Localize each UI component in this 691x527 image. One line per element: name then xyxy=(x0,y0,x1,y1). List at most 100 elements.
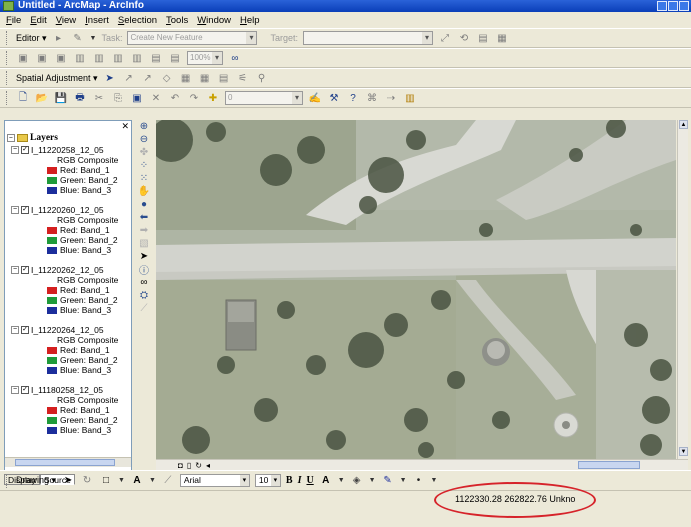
identify-icon[interactable]: ⓘ xyxy=(136,263,152,277)
collapse-icon[interactable]: − xyxy=(7,134,15,142)
forward-arrow-icon[interactable]: ➡ xyxy=(136,224,152,236)
sketch-tool-icon[interactable]: ✎ xyxy=(71,31,85,45)
menu-help[interactable]: Help xyxy=(240,15,260,26)
menu-selection[interactable]: Selection xyxy=(118,15,157,26)
underline-button[interactable]: U xyxy=(306,475,313,486)
sketch-properties-icon[interactable]: ▦ xyxy=(495,31,509,45)
layers-root[interactable]: − Layers xyxy=(7,133,58,143)
binoculars-icon[interactable]: ∞ xyxy=(228,51,242,65)
drawing-menu[interactable]: Drawing ▾ xyxy=(16,475,56,486)
layer-icon-3[interactable]: ▣ xyxy=(54,51,68,65)
bold-button[interactable]: B xyxy=(286,475,293,486)
split-tool-icon[interactable]: ⤢ xyxy=(438,31,452,45)
collapse-icon[interactable]: − xyxy=(11,266,19,274)
new-document-icon[interactable]: 🗋 xyxy=(16,91,30,105)
pause-drawing-icon[interactable]: ◂ xyxy=(206,461,210,470)
menu-window[interactable]: Window xyxy=(197,15,231,26)
zoom-out-icon[interactable]: ⊖ xyxy=(136,133,152,145)
marker-color-icon[interactable]: • xyxy=(412,474,426,488)
multi-link-icon[interactable]: ◇ xyxy=(160,71,174,85)
modify-link-icon[interactable]: ↗ xyxy=(141,71,155,85)
clear-links-icon[interactable]: ⚟ xyxy=(236,71,250,85)
rotate-tool-icon[interactable]: ⟲ xyxy=(457,31,471,45)
add-data-icon[interactable]: ✚ xyxy=(206,91,220,105)
undo-icon[interactable]: ↶ xyxy=(168,91,182,105)
collapse-icon[interactable]: − xyxy=(11,386,19,394)
link-table-icon[interactable]: ▤ xyxy=(217,71,231,85)
new-text-icon[interactable]: A xyxy=(130,474,144,488)
toolbar-grip-4[interactable] xyxy=(6,91,9,105)
arc-toolbox-icon[interactable]: ⚒ xyxy=(327,91,341,105)
font-color-dropdown-icon[interactable]: ▼ xyxy=(338,477,345,484)
sketch-dropdown-icon[interactable]: ▼ xyxy=(90,35,97,42)
fill-color-dropdown-icon[interactable]: ▼ xyxy=(369,477,376,484)
save-icon[interactable]: 💾 xyxy=(54,91,68,105)
select-elements-icon[interactable]: ➤ xyxy=(136,250,152,262)
open-folder-icon[interactable]: 📂 xyxy=(35,91,49,105)
layer-icon-1[interactable]: ▣ xyxy=(16,51,30,65)
select-by-graphics-icon[interactable]: ▧ xyxy=(136,237,152,249)
layer-icon-2[interactable]: ▣ xyxy=(35,51,49,65)
font-combo[interactable]: Arial xyxy=(179,474,250,487)
maximize-button[interactable] xyxy=(668,1,678,11)
python-icon[interactable]: ⌘ xyxy=(365,91,379,105)
menu-insert[interactable]: Insert xyxy=(85,15,109,26)
refresh-icon[interactable]: ↻ xyxy=(195,461,202,470)
font-color-icon[interactable]: A xyxy=(319,474,333,488)
layer-icon-5[interactable]: ▥ xyxy=(92,51,106,65)
layer-checkbox[interactable]: ✓ xyxy=(21,326,29,334)
measure-icon[interactable]: ⟋ xyxy=(136,302,152,314)
arcgis-icon[interactable]: ▥ xyxy=(403,91,417,105)
layer-item[interactable]: − ✓ I_11180258_12_05 RGB Composite Red: Ba… xyxy=(11,385,131,445)
zoom-in-icon[interactable]: ⊕ xyxy=(136,120,152,132)
layer-icon-9[interactable]: ▤ xyxy=(168,51,182,65)
layer-icon-4[interactable]: ▥ xyxy=(73,51,87,65)
editor-toolbar-icon[interactable]: ✍ xyxy=(308,91,322,105)
edit-vertices-icon[interactable]: ⟋ xyxy=(161,474,175,488)
text-dropdown-icon[interactable]: ▼ xyxy=(149,477,156,484)
editor-menu[interactable]: Editor ▾ xyxy=(16,33,47,44)
collapse-icon[interactable]: − xyxy=(11,146,19,154)
layer-checkbox[interactable]: ✓ xyxy=(21,146,29,154)
back-arrow-icon[interactable]: ⬅ xyxy=(136,211,152,223)
redo-icon[interactable]: ↷ xyxy=(187,91,201,105)
scroll-down-arrow-icon[interactable]: ▼ xyxy=(679,447,688,456)
fixed-zoom-in-arrows-icon[interactable]: ⁘ xyxy=(136,159,152,171)
rectangle-dropdown-icon[interactable]: ▼ xyxy=(118,477,125,484)
layer-item[interactable]: − ✓ I_11220262_12_05 RGB Composite Red: Ba… xyxy=(11,265,131,325)
line-color-icon[interactable]: ✎ xyxy=(381,474,395,488)
map-canvas[interactable] xyxy=(156,120,676,459)
fill-color-icon[interactable]: ◈ xyxy=(350,474,364,488)
map-vertical-scrollbar[interactable]: ▲ ▼ xyxy=(677,120,688,459)
layer-item[interactable]: − ✓ I_11220260_12_05 RGB Composite Red: Ba… xyxy=(11,205,131,265)
layer-icon-6[interactable]: ▥ xyxy=(111,51,125,65)
menu-view[interactable]: View xyxy=(56,15,76,26)
layer-item[interactable]: − ✓ I_11220258_12_05 RGB Composite Red: Ba… xyxy=(11,145,131,205)
data-view-icon[interactable]: ◘ xyxy=(178,461,183,470)
spatial-adjustment-menu[interactable]: Spatial Adjustment ▾ xyxy=(16,73,98,84)
scroll-up-arrow-icon[interactable]: ▲ xyxy=(679,120,688,129)
print-icon[interactable]: 🖶 xyxy=(73,91,87,105)
menu-tools[interactable]: Tools xyxy=(166,15,188,26)
adjust-icon[interactable]: ⚲ xyxy=(255,71,269,85)
select-arrow-icon[interactable]: ➤ xyxy=(103,71,117,85)
pan-hand-icon[interactable]: ✋ xyxy=(136,185,152,197)
toolbar-grip-2[interactable] xyxy=(6,51,9,65)
area-link-icon[interactable]: ▦ xyxy=(198,71,212,85)
menu-file[interactable]: File xyxy=(6,15,21,26)
collapse-icon[interactable]: − xyxy=(11,326,19,334)
full-extent-globe-icon[interactable]: ● xyxy=(136,198,152,210)
identity-link-icon[interactable]: ▦ xyxy=(179,71,193,85)
zoom-combo[interactable]: 100% xyxy=(187,51,223,65)
paste-icon[interactable]: ▣ xyxy=(130,91,144,105)
menu-edit[interactable]: Edit xyxy=(30,15,46,26)
fixed-zoom-out-arrows-icon[interactable]: ⁙ xyxy=(136,172,152,184)
marker-color-dropdown-icon[interactable]: ▼ xyxy=(431,477,438,484)
layer-checkbox[interactable]: ✓ xyxy=(21,386,29,394)
layer-icon-7[interactable]: ▥ xyxy=(130,51,144,65)
map-scale-combo[interactable]: 0 xyxy=(225,91,303,105)
rectangle-icon[interactable]: □ xyxy=(99,474,113,488)
task-combo[interactable]: Create New Feature xyxy=(127,31,258,45)
layer-item[interactable]: − ✓ I_11220264_12_05 RGB Composite Red: Ba… xyxy=(11,325,131,385)
toolbar-grip-3[interactable] xyxy=(6,71,9,85)
